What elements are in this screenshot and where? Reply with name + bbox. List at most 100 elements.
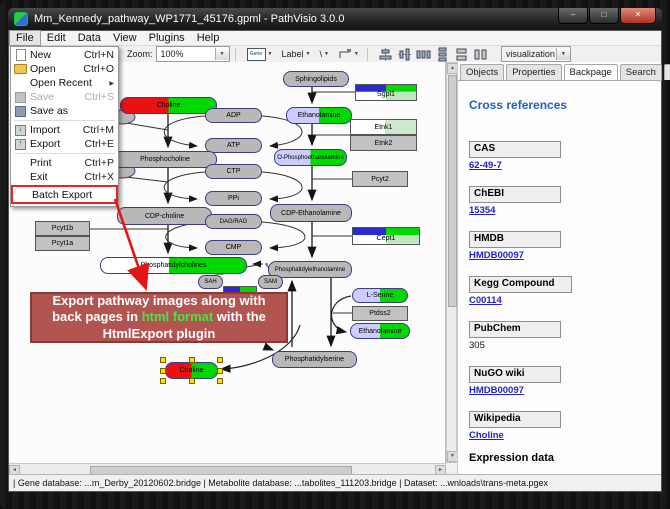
status-bar: | Gene database: ...m_Derby_20120602.bri… [9, 474, 661, 491]
node-phosphatidylethanolamine[interactable]: Phosphatidylethanolamine [268, 261, 352, 278]
node-phosphocholine[interactable]: Phosphocholine [113, 151, 217, 168]
file-menu: New Ctrl+N Open Ctrl+O Open Recent ▶ Sav… [10, 46, 119, 207]
dropdown-icon[interactable]: ▼ [556, 48, 570, 60]
close-icon: ✕ [635, 10, 642, 19]
menubar-edit[interactable]: Edit [41, 31, 72, 45]
node-phosphatidylcholines[interactable]: Phosphatidylcholines [100, 257, 247, 274]
menu-item-shortcut: Ctrl+O [83, 63, 114, 75]
node-sgpl1[interactable]: Sgpl1 [355, 84, 417, 101]
tab-backpage[interactable]: Backpage [564, 64, 618, 80]
menu-item-shortcut: Ctrl+M [83, 124, 114, 136]
menu-item-label: Open Recent [30, 77, 92, 89]
menu-item-shortcut: Ctrl+X [85, 171, 114, 183]
node-pcyt1b[interactable]: Pcyt1b [35, 221, 90, 236]
screen: { "window": {"title": "Mm_Kennedy_pathwa… [0, 0, 670, 509]
node-phosphatidylserine[interactable]: Phosphatidylserine [272, 351, 357, 368]
node-choline-top[interactable]: Choline [120, 97, 217, 114]
menubar-help[interactable]: Help [191, 31, 226, 45]
node-cdp-ethanolamine[interactable]: CDP-Ethanolamine [270, 204, 352, 222]
draw-line-button[interactable]: \ ▼ [316, 46, 331, 62]
close-button[interactable]: ✕ [620, 8, 656, 24]
tab-properties[interactable]: Properties [506, 64, 561, 80]
selection-handle[interactable] [160, 368, 166, 374]
minimize-button[interactable]: – [558, 8, 588, 24]
node-sam[interactable]: SAM [258, 275, 283, 289]
selection-handle[interactable] [160, 357, 166, 363]
menu-item-new[interactable]: New Ctrl+N [11, 48, 118, 62]
node-sah[interactable]: SAH [198, 275, 223, 289]
menu-item-print[interactable]: Print Ctrl+P [11, 156, 118, 170]
menubar-plugins[interactable]: Plugins [143, 31, 191, 45]
node-cept1[interactable]: Cept1 [352, 227, 420, 245]
tab-search[interactable]: Search [620, 64, 662, 80]
menu-item-open-recent[interactable]: Open Recent ▶ [11, 76, 118, 90]
link-wikipedia[interactable]: Choline [469, 430, 504, 441]
tab-objects[interactable]: Objects [460, 64, 504, 80]
tab-legend[interactable]: Legend [664, 64, 670, 80]
node-ppi[interactable]: PPi [205, 191, 262, 206]
node-ethanolamine-lower[interactable]: Ethanolamine [350, 323, 410, 339]
maximize-button[interactable]: □ [589, 8, 619, 24]
selection-handle[interactable] [217, 368, 223, 374]
stack-horizontal-icon[interactable] [474, 48, 487, 61]
add-label-button[interactable]: Label ▼ [278, 46, 313, 62]
node-l-serine[interactable]: L-Serine [352, 288, 408, 303]
selection-handle[interactable] [217, 378, 223, 384]
menu-item-save-as[interactable]: Save as [11, 104, 118, 118]
node-cmp[interactable]: CMP [205, 240, 262, 255]
selection-handle[interactable] [189, 357, 195, 363]
node-cdp-choline[interactable]: CDP-choline [117, 207, 212, 225]
annotation-callout: Export pathway images along with back pa… [30, 292, 288, 343]
node-adp[interactable]: ADP [205, 108, 262, 123]
menubar-file[interactable]: File [9, 30, 41, 46]
link-chebi[interactable]: 15354 [469, 205, 495, 216]
menu-item-batch-export[interactable]: Batch Export [11, 185, 118, 204]
chevron-down-icon: ▼ [324, 51, 329, 57]
link-kegg[interactable]: C00114 [469, 295, 502, 306]
datanode-icon: Gene [247, 48, 266, 61]
node-ctp[interactable]: CTP [205, 164, 262, 179]
menubar-data[interactable]: Data [72, 31, 107, 45]
section-header-chebi: ChEBI [469, 186, 561, 203]
stack-vertical-icon[interactable] [455, 48, 468, 61]
align-center-icon[interactable] [379, 48, 392, 61]
node-ptdss2[interactable]: Ptdss2 [352, 306, 408, 321]
node-o-phosphoethanolamine[interactable]: O-Phosphoethanolamine [274, 149, 347, 166]
distribute-horizontal-icon[interactable] [417, 48, 430, 61]
menu-item-open[interactable]: Open Ctrl+O [11, 62, 118, 76]
menu-item-export[interactable]: ↑ Export Ctrl+E [11, 137, 118, 151]
selection-handle[interactable] [217, 357, 223, 363]
menu-item-exit[interactable]: Exit Ctrl+X [11, 170, 118, 184]
node-pcyt2[interactable]: Pcyt2 [352, 171, 408, 187]
node-sphingolipids[interactable]: Sphingolipids [283, 71, 349, 87]
horizontal-scrollbar[interactable]: ◄ ► [9, 463, 446, 474]
title-bar[interactable]: Mm_Kennedy_pathway_WP1771_45176.gpml - P… [8, 8, 662, 30]
expression-data-heading: Expression data [469, 452, 554, 464]
menu-item-import[interactable]: ↓ Import Ctrl+M [11, 123, 118, 137]
distribute-vertical-icon[interactable] [436, 48, 449, 61]
selection-handle[interactable] [160, 378, 166, 384]
selection-handle[interactable] [189, 378, 195, 384]
scrollbar-thumb[interactable] [448, 75, 457, 307]
zoom-select[interactable]: 100% ▼ [156, 46, 230, 62]
link-hmdb[interactable]: HMDB00097 [469, 250, 524, 261]
node-dag-rag[interactable]: DAG/RAG [205, 214, 262, 229]
node-pcyt1a[interactable]: Pcyt1a [35, 236, 90, 251]
add-datanode-button[interactable]: Gene ▼ [244, 46, 276, 62]
draw-connector-button[interactable]: ▼ [335, 46, 362, 62]
link-nugo[interactable]: HMDB00097 [469, 385, 524, 396]
dropdown-icon[interactable]: ▼ [215, 48, 229, 60]
menu-item-save[interactable]: Save Ctrl+S [11, 90, 118, 104]
link-cas[interactable]: 62-49-7 [469, 160, 502, 171]
chevron-down-icon: ▼ [268, 51, 273, 57]
side-panel-tabs: Objects Properties Backpage Search Legen… [458, 64, 670, 80]
node-etnk2[interactable]: Etnk2 [350, 135, 417, 151]
visualization-select[interactable]: visualization ▼ [501, 46, 571, 62]
selection-handles [165, 362, 218, 379]
menubar-view[interactable]: View [107, 31, 143, 45]
node-atp[interactable]: ATP [205, 138, 262, 153]
align-middle-icon[interactable] [398, 48, 411, 61]
node-ethanolamine-upper[interactable]: Ethanolamine [286, 107, 352, 124]
node-etnk1[interactable]: Etnk1 [350, 119, 417, 135]
vertical-scrollbar[interactable]: ▲ ▼ [446, 62, 457, 463]
